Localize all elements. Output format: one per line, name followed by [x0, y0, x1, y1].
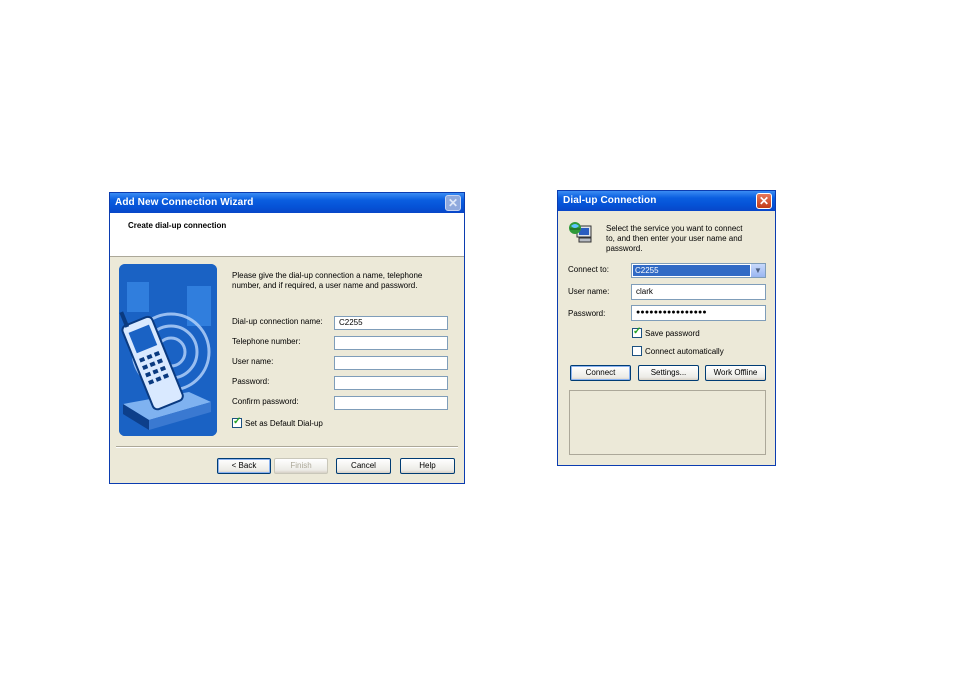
dialup-close-icon[interactable]: ✕ [756, 193, 772, 209]
status-area [569, 390, 766, 455]
connect-button[interactable]: Connect [570, 365, 631, 381]
wizard-header-panel: Create dial-up connection [110, 213, 464, 257]
settings-button[interactable]: Settings... [638, 365, 699, 381]
dialup-window: Dial-up Connection ✕ Select the service … [557, 190, 776, 466]
wizard-intro-line1: Please give the dial-up connection a nam… [232, 271, 423, 280]
back-button[interactable]: < Back [217, 458, 271, 474]
wizard-header-text: Create dial-up connection [128, 221, 227, 230]
connect-automatically-label: Connect automatically [645, 347, 724, 356]
connect-to-select[interactable]: C2255 ▼ [631, 263, 766, 278]
save-password-checkbox[interactable]: ✓ [632, 326, 642, 338]
wizard-titlebar[interactable]: Add New Connection Wizard ✕ [110, 193, 464, 213]
confirm-password-label: Confirm password: [232, 397, 299, 406]
save-password-label: Save password [645, 329, 700, 338]
wizard-divider [116, 446, 458, 448]
phone-illustration [119, 264, 217, 436]
default-dialup-checkbox[interactable]: ✓ [232, 416, 242, 428]
connection-name-field[interactable]: C2255 [334, 316, 448, 330]
network-computer-icon [568, 220, 594, 246]
dialup-password-label: Password: [568, 309, 606, 318]
checkmark-icon: ✓ [633, 326, 642, 337]
wizard-window: Add New Connection Wizard ✕ Create dial-… [109, 192, 465, 484]
wizard-close-icon[interactable]: ✕ [445, 195, 461, 211]
dialup-username-field[interactable]: clark [631, 284, 766, 300]
default-dialup-label: Set as Default Dial-up [245, 419, 323, 428]
dialup-password-field[interactable]: ●●●●●●●●●●●●●●●● [631, 305, 766, 321]
telephone-label: Telephone number: [232, 337, 301, 346]
dialup-username-label: User name: [568, 287, 610, 296]
dialup-intro-line2: to, and then enter your user name and [606, 234, 743, 243]
connect-automatically-checkbox[interactable] [632, 346, 642, 356]
finish-button[interactable]: Finish [274, 458, 328, 474]
wizard-username-label: User name: [232, 357, 274, 366]
telephone-field[interactable] [334, 336, 448, 350]
dialup-intro-line3: password. [606, 244, 643, 253]
wizard-password-field[interactable] [334, 376, 448, 390]
help-button[interactable]: Help [400, 458, 455, 474]
work-offline-button[interactable]: Work Offline [705, 365, 766, 381]
connect-to-label: Connect to: [568, 265, 609, 274]
dialup-intro-line1: Select the service you want to connect [606, 224, 743, 233]
connect-to-value: C2255 [633, 265, 750, 276]
wizard-username-field[interactable] [334, 356, 448, 370]
checkmark-icon: ✓ [233, 416, 242, 427]
wizard-title: Add New Connection Wizard [115, 197, 254, 208]
wizard-intro-line2: number, and if required, a user name and… [232, 281, 418, 290]
dialup-title: Dial-up Connection [563, 195, 657, 206]
cancel-button[interactable]: Cancel [336, 458, 391, 474]
dialup-titlebar[interactable]: Dial-up Connection ✕ [558, 191, 775, 211]
connection-name-label: Dial-up connection name: [232, 317, 323, 326]
wizard-password-label: Password: [232, 377, 270, 386]
dropdown-arrow-icon[interactable]: ▼ [751, 264, 765, 277]
confirm-password-field[interactable] [334, 396, 448, 410]
